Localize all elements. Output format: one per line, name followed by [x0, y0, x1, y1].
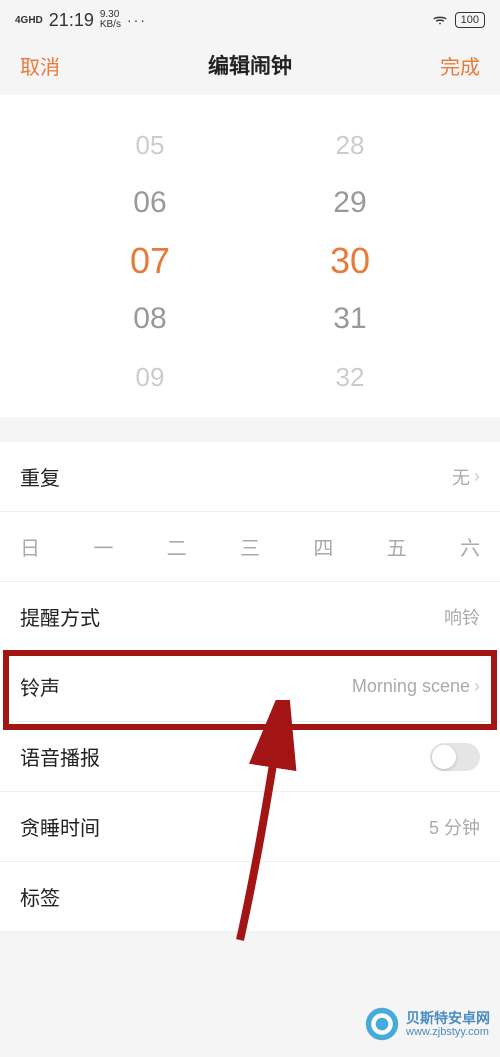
- tag-label: 标签: [20, 882, 60, 911]
- ringtone-value: Morning scene ›: [352, 676, 480, 697]
- snooze-row[interactable]: 贪睡时间 5 分钟: [0, 792, 500, 862]
- cancel-button[interactable]: 取消: [20, 51, 60, 80]
- voice-toggle[interactable]: [430, 743, 480, 771]
- repeat-row[interactable]: 重复 无 ›: [0, 442, 500, 512]
- day-tue[interactable]: 二: [167, 532, 187, 561]
- minute-option[interactable]: 29: [333, 183, 366, 223]
- status-bar: 4GHD 21:19 9.30 KB/s ··· 100: [0, 0, 500, 40]
- minute-option[interactable]: 28: [336, 125, 365, 165]
- status-right: 100: [431, 10, 485, 31]
- minute-option[interactable]: 31: [333, 299, 366, 339]
- day-sun[interactable]: 日: [20, 532, 40, 561]
- day-thu[interactable]: 四: [313, 532, 333, 561]
- voice-row[interactable]: 语音播报: [0, 722, 500, 792]
- watermark-logo-icon: [364, 1006, 400, 1042]
- ringtone-value-text: Morning scene: [352, 676, 470, 697]
- minute-column[interactable]: 28 29 30 31 32: [330, 125, 370, 397]
- day-wed[interactable]: 三: [240, 532, 260, 561]
- watermark-url: www.zjbstyy.com: [406, 1026, 490, 1038]
- snooze-value: 5 分钟: [429, 814, 480, 840]
- remind-value: 响铃: [444, 604, 480, 630]
- settings-list: 重复 无 › 日 一 二 三 四 五 六 提醒方式 响铃 铃声 Morning …: [0, 442, 500, 932]
- day-fri[interactable]: 五: [387, 532, 407, 561]
- voice-label: 语音播报: [20, 742, 100, 771]
- snooze-label: 贪睡时间: [20, 812, 100, 841]
- day-mon[interactable]: 一: [93, 532, 113, 561]
- watermark-text-block: 贝斯特安卓网 www.zjbstyy.com: [406, 1010, 490, 1039]
- watermark: 贝斯特安卓网 www.zjbstyy.com: [364, 1006, 490, 1042]
- chevron-right-icon: ›: [474, 676, 480, 697]
- hour-selected[interactable]: 07: [130, 241, 170, 281]
- remind-label: 提醒方式: [20, 602, 100, 631]
- network-speed: 9.30 KB/s: [100, 10, 121, 30]
- minute-selected[interactable]: 30: [330, 241, 370, 281]
- days-row: 日 一 二 三 四 五 六: [0, 512, 500, 582]
- watermark-name: 贝斯特安卓网: [406, 1010, 490, 1027]
- network-indicator: 4GHD: [15, 15, 43, 26]
- page-title: 编辑闹钟: [208, 50, 292, 80]
- repeat-value-text: 无: [452, 464, 470, 490]
- hour-option[interactable]: 09: [136, 357, 165, 397]
- tag-row[interactable]: 标签: [0, 862, 500, 932]
- status-time: 21:19: [49, 10, 94, 31]
- speed-unit: KB/s: [100, 19, 121, 30]
- hour-column[interactable]: 05 06 07 08 09: [130, 125, 170, 397]
- ringtone-row[interactable]: 铃声 Morning scene ›: [0, 652, 500, 722]
- time-picker[interactable]: 05 06 07 08 09 28 29 30 31 32: [0, 95, 500, 417]
- hour-option[interactable]: 05: [136, 125, 165, 165]
- day-sat[interactable]: 六: [460, 532, 480, 561]
- status-left: 4GHD 21:19 9.30 KB/s ···: [15, 10, 147, 31]
- chevron-right-icon: ›: [474, 466, 480, 487]
- minute-option[interactable]: 32: [336, 357, 365, 397]
- hour-option[interactable]: 06: [133, 183, 166, 223]
- wifi-icon: [431, 10, 449, 31]
- nav-bar: 取消 编辑闹钟 完成: [0, 40, 500, 90]
- remind-row[interactable]: 提醒方式 响铃: [0, 582, 500, 652]
- battery-indicator: 100: [455, 12, 485, 28]
- ringtone-label: 铃声: [20, 672, 60, 701]
- done-button[interactable]: 完成: [440, 51, 480, 80]
- more-icon: ···: [127, 12, 147, 28]
- hour-option[interactable]: 08: [133, 299, 166, 339]
- repeat-value: 无 ›: [452, 464, 480, 490]
- repeat-label: 重复: [20, 462, 60, 491]
